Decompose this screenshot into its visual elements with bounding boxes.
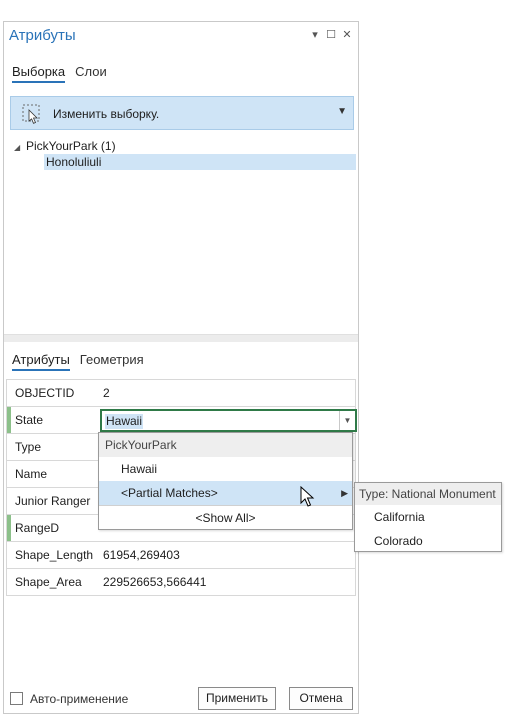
pane-footer: Авто-применение Применить Отмена [4,686,358,714]
selection-tree: ◢ PickYourPark (1) Honoluliuli [12,138,356,170]
select-by-rectangle-icon [22,104,40,124]
field-name: Type [15,440,42,454]
close-icon[interactable]: ✕ [342,28,352,41]
change-selection-dropdown[interactable]: Изменить выборку. ▼ [10,96,354,130]
submenu-option-california[interactable]: California [355,505,501,529]
attributes-pane: Атрибуты ▾ ☐ ✕ Выборка Слои Изменить выб… [3,21,359,714]
auto-apply-checkbox[interactable] [10,692,23,705]
title-buttons: ▾ ☐ ✕ [310,28,352,41]
field-name: Name [15,467,48,481]
pin-icon[interactable]: ▾ [310,28,320,41]
pane-splitter[interactable] [4,334,358,342]
state-dropdown-list: PickYourPark Hawaii <Partial Matches> ▶ … [98,432,353,530]
state-input-value: Hawaii [105,414,144,429]
submenu-header: Type: National Monument [355,483,501,505]
tree-layer-label: PickYourPark (1) [26,139,116,153]
tree-feature-node[interactable]: Honoluliuli [44,154,356,170]
chevron-right-icon: ▶ [341,488,348,498]
partial-matches-label: <Partial Matches> [121,486,218,500]
tab-geometry[interactable]: Геометрия [80,352,144,371]
dropdown-option-hawaii[interactable]: Hawaii [99,457,352,481]
cancel-button[interactable]: Отмена [289,687,353,710]
top-tabs: Выборка Слои [12,64,107,83]
field-name: Shape_Length [15,548,94,562]
tab-layers[interactable]: Слои [75,64,107,83]
attribute-row-shape-area: Shape_Area 229526653,566441 [7,569,355,596]
collapse-triangle-icon[interactable]: ◢ [14,140,26,156]
tab-attributes[interactable]: Атрибуты [12,352,70,371]
tab-selection[interactable]: Выборка [12,64,66,83]
field-name: Junior Ranger [15,494,91,508]
change-selection-label: Изменить выборку. [53,107,160,121]
apply-button[interactable]: Применить [198,687,276,710]
field-name: State [15,413,44,427]
field-value: 61954,269403 [103,548,180,562]
partial-matches-submenu: Type: National Monument California Color… [354,482,502,552]
dropdown-group-header: PickYourPark [99,433,352,457]
pane-title: Атрибуты [9,27,76,44]
dropdown-show-all[interactable]: <Show All> [99,506,352,530]
field-name: RangeD [15,521,60,535]
chevron-down-icon: ▼ [337,106,347,117]
field-value: 229526653,566441 [103,575,207,589]
field-value[interactable]: 2 [97,380,355,406]
maximize-icon[interactable]: ☐ [326,28,336,41]
chevron-down-icon[interactable]: ▼ [339,411,355,430]
mouse-cursor-icon [300,486,315,507]
auto-apply-label: Авто-применение [30,692,129,706]
bottom-tabs: Атрибуты Геометрия [12,352,144,371]
attribute-row-state: State Hawaii ▼ [7,407,357,434]
submenu-option-colorado[interactable]: Colorado [355,529,501,553]
state-input[interactable]: Hawaii ▼ [100,409,357,432]
attribute-row-shape-length: Shape_Length 61954,269403 [7,542,355,569]
field-name: Shape_Area [15,575,82,589]
attribute-row-objectid: OBJECTID 2 [7,380,355,407]
tree-layer-node[interactable]: ◢ PickYourPark (1) [12,138,356,154]
field-name: OBJECTID [15,386,75,400]
